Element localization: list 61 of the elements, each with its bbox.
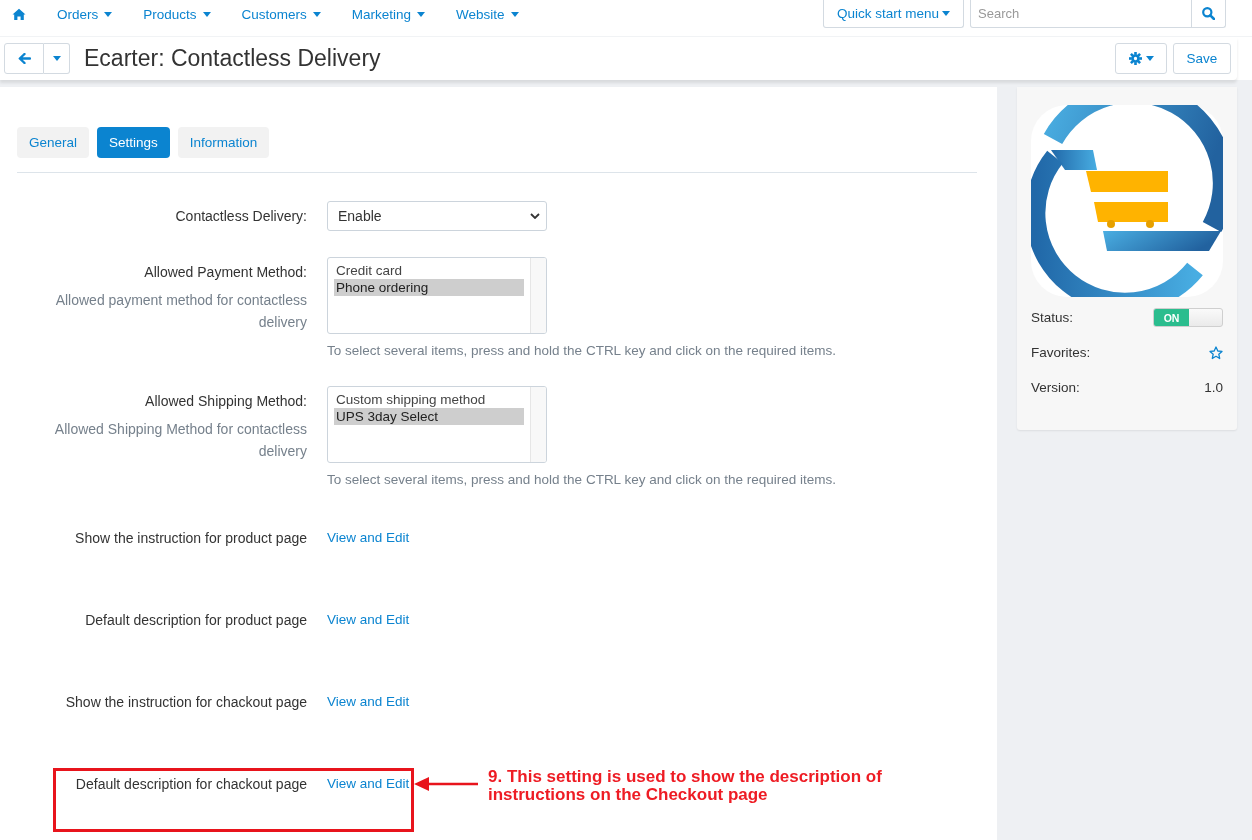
field-label: Show the instruction for chackout page bbox=[65, 693, 307, 712]
field-label: Allowed Payment Method: bbox=[144, 263, 307, 282]
annotation-arrow-icon bbox=[414, 777, 478, 791]
list-option[interactable]: Phone ordering bbox=[334, 279, 524, 296]
quick-start-menu-button[interactable]: Quick start menu bbox=[822, 0, 964, 28]
search-button[interactable] bbox=[1192, 0, 1226, 28]
field-label: Show the instruction for product page bbox=[75, 529, 307, 548]
field-description: Allowed Shipping Method for contactless delivery bbox=[53, 420, 307, 461]
settings-dropdown-button[interactable] bbox=[1115, 43, 1167, 74]
caret-icon bbox=[417, 11, 426, 17]
info-label: Favorites: bbox=[1031, 345, 1091, 360]
chevron-down-icon bbox=[530, 213, 540, 219]
scrollbar-track[interactable] bbox=[530, 387, 546, 462]
list-option[interactable]: Credit card bbox=[334, 262, 524, 279]
view-edit-link[interactable]: View and Edit bbox=[327, 610, 410, 630]
nav-menu-item[interactable]: Website bbox=[456, 6, 519, 22]
listbox-field[interactable]: Custom shipping method UPS 3day Select bbox=[327, 386, 547, 463]
caret-icon bbox=[510, 11, 519, 17]
gear-icon bbox=[1128, 52, 1142, 65]
field-label: Contactless Delivery: bbox=[175, 207, 307, 226]
field-description: Allowed payment method for contactless delivery bbox=[54, 291, 307, 332]
nav-menu-item[interactable]: Orders bbox=[57, 6, 113, 22]
tab[interactable]: General bbox=[17, 127, 90, 158]
tab[interactable]: Settings bbox=[97, 127, 170, 158]
history-dropdown-button[interactable] bbox=[44, 43, 70, 74]
info-label: Status: bbox=[1031, 310, 1074, 325]
caret-icon bbox=[312, 11, 321, 17]
field-label: Default description for chackout page bbox=[75, 775, 307, 794]
status-toggle[interactable]: ON bbox=[1153, 308, 1223, 327]
annotation-text: 9. This setting is used to show the description of instructions on the Checkout page bbox=[488, 768, 883, 804]
nav-menu-item[interactable]: Products bbox=[143, 6, 211, 22]
list-option[interactable]: UPS 3day Select bbox=[334, 408, 524, 425]
field-hint: To select several items, press and hold the CTRL key and click on the required items. bbox=[327, 471, 836, 489]
version-value: 1.0 bbox=[1204, 380, 1223, 395]
nav-menu-item[interactable]: Marketing bbox=[351, 6, 426, 22]
caret-icon bbox=[202, 11, 211, 17]
page-title: Ecarter: Contactless Delivery bbox=[84, 45, 381, 72]
nav-menu-item[interactable]: Customers bbox=[241, 6, 321, 22]
caret-icon bbox=[52, 56, 61, 61]
caret-icon bbox=[1145, 56, 1154, 61]
view-edit-link[interactable]: View and Edit bbox=[327, 774, 410, 794]
select-field[interactable]: Enable bbox=[327, 201, 547, 231]
view-edit-link[interactable]: View and Edit bbox=[327, 528, 410, 548]
field-hint: To select several items, press and hold the CTRL key and click on the required items. bbox=[327, 342, 836, 360]
search-field[interactable]: Search bbox=[970, 0, 1192, 28]
star-icon[interactable] bbox=[1209, 345, 1223, 360]
scrollbar-track[interactable] bbox=[530, 258, 546, 333]
caret-icon bbox=[104, 11, 113, 17]
field-label: Allowed Shipping Method: bbox=[145, 392, 307, 411]
info-label: Version: bbox=[1031, 380, 1080, 395]
field-label: Default description for product page bbox=[85, 611, 307, 630]
save-button[interactable]: Save bbox=[1173, 43, 1231, 74]
list-option[interactable]: Custom shipping method bbox=[334, 391, 524, 408]
back-button[interactable] bbox=[4, 43, 44, 74]
arrow-left-icon bbox=[17, 53, 31, 64]
caret-icon bbox=[942, 11, 950, 16]
search-icon bbox=[1202, 7, 1215, 20]
listbox-field[interactable]: Credit card Phone ordering bbox=[327, 257, 547, 334]
tab[interactable]: Information bbox=[177, 127, 270, 158]
view-edit-link[interactable]: View and Edit bbox=[327, 692, 410, 712]
home-icon[interactable] bbox=[12, 8, 26, 20]
